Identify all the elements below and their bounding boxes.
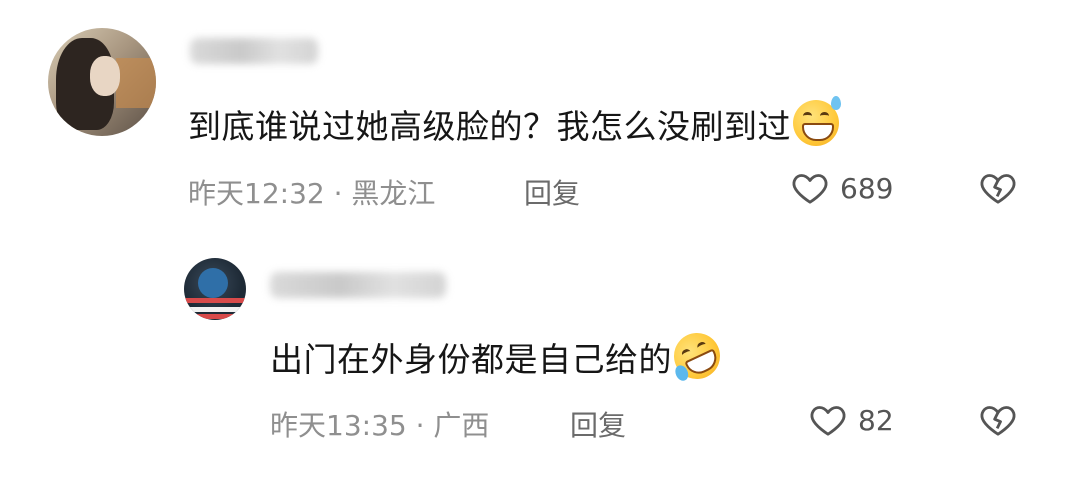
broken-heart-icon bbox=[980, 174, 1016, 204]
comment-text: 出门在外身份都是自己给的 bbox=[270, 325, 728, 387]
avatar[interactable] bbox=[184, 258, 246, 320]
username-blurred[interactable] bbox=[190, 38, 318, 64]
comment-body: 到底谁说过她高级脸的？我怎么没刷到过 bbox=[188, 107, 791, 146]
grinning-sweat-emoji-icon bbox=[793, 96, 841, 146]
comment-body: 出门在外身份都是自己给的 bbox=[270, 340, 672, 379]
reply-button[interactable]: 回复 bbox=[524, 172, 580, 212]
dislike-button[interactable] bbox=[978, 400, 1018, 440]
broken-heart-icon bbox=[980, 406, 1016, 436]
like-button[interactable]: 82 bbox=[808, 400, 894, 440]
heart-icon bbox=[810, 406, 846, 436]
username-blurred[interactable] bbox=[270, 272, 446, 298]
reply-button[interactable]: 回复 bbox=[570, 404, 626, 444]
like-count: 689 bbox=[840, 171, 894, 205]
comment-meta: 昨天13:35 · 广西 bbox=[270, 409, 490, 442]
heart-icon bbox=[792, 174, 828, 204]
avatar[interactable] bbox=[48, 28, 156, 136]
dislike-button[interactable] bbox=[978, 168, 1018, 208]
rolling-on-floor-laughing-emoji-icon bbox=[666, 325, 728, 387]
comment-item: 到底谁说过她高级脸的？我怎么没刷到过 昨天12:32 · 黑龙江 回复 689 bbox=[0, 0, 1080, 230]
comment-meta: 昨天12:32 · 黑龙江 bbox=[188, 177, 436, 210]
like-button[interactable]: 689 bbox=[790, 168, 893, 208]
like-count: 82 bbox=[858, 403, 894, 437]
comment-text: 到底谁说过她高级脸的？我怎么没刷到过 bbox=[188, 96, 841, 149]
